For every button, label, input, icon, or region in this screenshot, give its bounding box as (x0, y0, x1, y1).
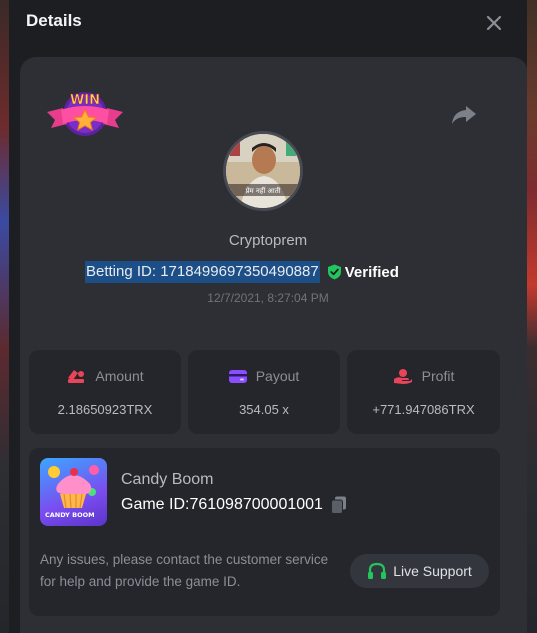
game-id-row: Game ID:761098700001001 (121, 496, 347, 514)
share-icon[interactable] (451, 104, 477, 126)
details-modal: Details WIN प्रेम नहीं आती Cryptoprem Be… (9, 0, 527, 633)
betting-id-row: Betting ID: 1718499697350490887 Verified (85, 261, 399, 283)
headset-icon (368, 562, 387, 579)
stat-profit-value: +771.947086TRX (372, 402, 475, 417)
verified-label: Verified (344, 263, 399, 281)
stat-profit: Profit +771.947086TRX (347, 350, 500, 434)
verified-badge: Verified (327, 264, 399, 281)
game-name: Candy Boom (121, 471, 214, 488)
game-info-card: CANDY BOOM Candy Boom Game ID:7610987000… (29, 448, 500, 616)
avatar-photo: प्रेम नहीं आती (226, 134, 300, 208)
bet-timestamp: 12/7/2021, 8:27:04 PM (207, 291, 329, 305)
game-thumb-label: CANDY BOOM (45, 511, 95, 519)
cupcake-icon: CANDY BOOM (45, 465, 99, 519)
win-badge-text: WIN (70, 93, 100, 108)
copy-icon[interactable] (330, 496, 347, 514)
avatar: प्रेम नहीं आती (223, 131, 303, 211)
shield-check-icon (327, 264, 341, 280)
live-support-button[interactable]: Live Support (350, 554, 489, 588)
stat-amount: Amount 2.18650923TRX (29, 350, 181, 434)
stat-profit-label: Profit (421, 368, 455, 384)
live-support-label: Live Support (393, 563, 472, 579)
stat-amount-value: 2.18650923TRX (57, 402, 153, 417)
hand-coin-icon (393, 369, 412, 384)
modal-title: Details (26, 11, 82, 30)
game-id: Game ID:761098700001001 (121, 496, 323, 513)
wallet-icon (228, 369, 247, 383)
stat-amount-label: Amount (95, 368, 144, 384)
game-thumbnail[interactable]: CANDY BOOM (40, 458, 107, 526)
stat-payout-label: Payout (255, 368, 300, 384)
close-icon[interactable] (484, 13, 504, 33)
win-badge-icon: WIN (47, 92, 123, 136)
username: Cryptoprem (228, 232, 308, 249)
stat-payout: Payout 354.05 x (188, 350, 340, 434)
support-help-text: Any issues, please contact the customer … (40, 552, 329, 589)
stat-payout-value: 354.05 x (239, 402, 289, 417)
avatar-caption: प्रेम नहीं आती (246, 186, 281, 195)
betting-id[interactable]: Betting ID: 1718499697350490887 (85, 261, 320, 283)
coins-icon (68, 370, 85, 383)
